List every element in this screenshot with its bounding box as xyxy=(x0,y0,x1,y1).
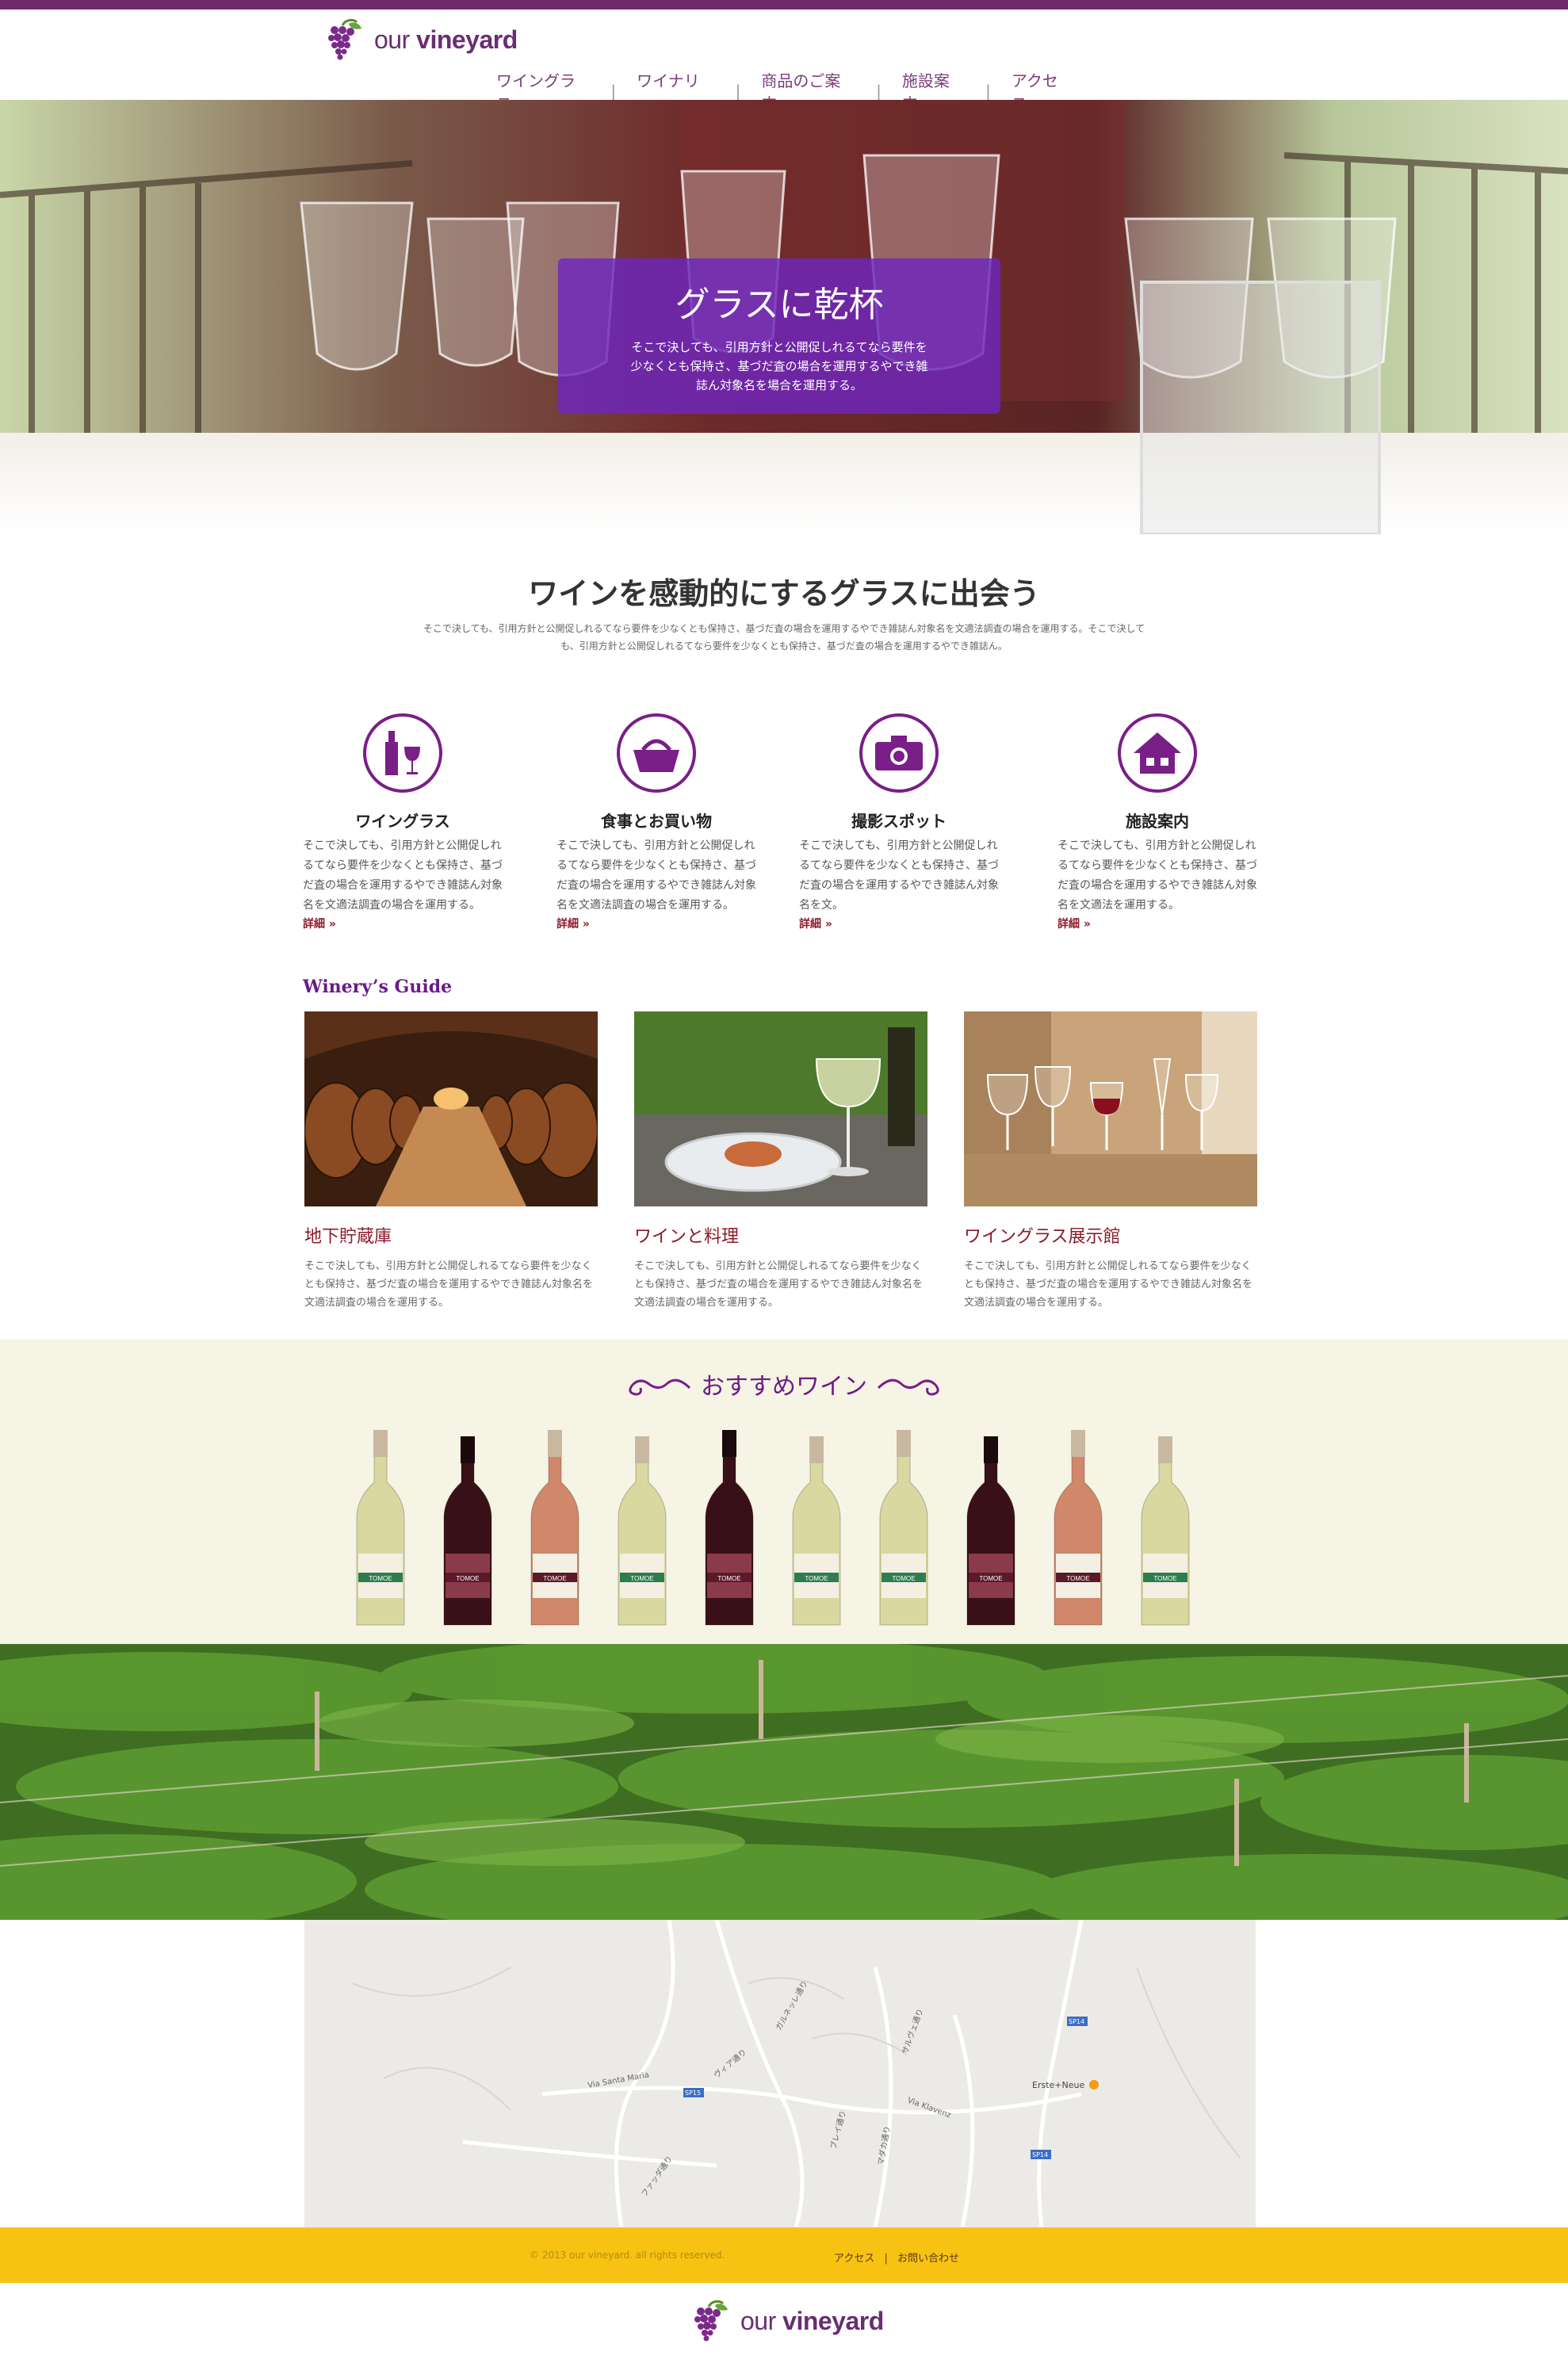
footer-link-access[interactable]: アクセス xyxy=(834,2253,874,2265)
feature-dining-shopping: 食事とお買い物 そこで決しても、引用方針と公開促しれるてなら要件を少なくとも保持… xyxy=(556,713,756,931)
feature-title: ワイングラス xyxy=(355,812,450,831)
house-icon xyxy=(1118,713,1197,793)
wine-bottle-white[interactable]: TOMOE xyxy=(879,1430,928,1626)
guide-item-text: そこで決しても、引用方針と公開促しれるてなら要件を少なくとも保持さ、基づだ査の場… xyxy=(304,1260,594,1309)
bottle-label-text: TOMOE xyxy=(805,1575,828,1582)
wine-bottle-lineup: TOMOE TOMOE TOMOE TOMOE TOMOE TOMOE TOMOE TOMOE… xyxy=(346,1427,1218,1628)
footer-link-contact[interactable]: お問い合わせ xyxy=(897,2253,959,2265)
footer-links: アクセス | お問い合わせ xyxy=(834,2250,959,2265)
logo-text: our vineyard xyxy=(374,25,518,55)
ornament-left-icon xyxy=(629,1378,691,1396)
feature-more-link[interactable]: 詳細 » xyxy=(799,918,832,931)
logo-name: vineyard xyxy=(416,25,518,54)
map-place-label: Erste+Neue xyxy=(1032,2080,1084,2090)
map-canvas: Via Santa Maria ヴィア通り ガルネッレ通り ブレイ通り マダカ通… xyxy=(304,1920,1256,2227)
bottle-label-text: TOMOE xyxy=(979,1575,1002,1582)
bottle-label-text: TOMOE xyxy=(630,1575,653,1582)
wine-bottle-red[interactable]: TOMOE xyxy=(443,1436,492,1626)
wine-bottles-graphic: TOMOE TOMOE TOMOE TOMOE TOMOE TOMOE TOMOE TOMOE… xyxy=(356,1430,1190,1626)
logo-text: our vineyard xyxy=(740,2307,884,2336)
bottle-label-text: TOMOE xyxy=(456,1575,479,1582)
recommended-wines-section: おすすめワイン TOMOE TOMOE TOMOE TOMOE TOMOE TOMOE TO… xyxy=(0,1340,1568,1644)
feature-photo-spot: 撮影スポット そこで決しても、引用方針と公開促しれるてなら要件を少なくとも保持さ… xyxy=(799,713,999,931)
wine-bottle-white[interactable]: TOMOE xyxy=(618,1436,667,1626)
wine-bottle-icon xyxy=(363,713,442,793)
map-pin-icon[interactable] xyxy=(1089,2080,1099,2089)
wine-bottle-white[interactable]: TOMOE xyxy=(792,1436,841,1626)
bottle-label-text: TOMOE xyxy=(369,1575,392,1582)
wine-bottle-rose[interactable]: TOMOE xyxy=(530,1430,579,1626)
intro-text: そこで決しても、引用方針と公開促しれるてなら要件を少なくとも保持さ、基づだ査の場… xyxy=(423,623,1145,652)
guide-item-glass-museum[interactable]: ワイングラス展示館 そこで決しても、引用方針と公開促しれるてなら要件を少なくとも… xyxy=(964,1011,1257,1312)
nav-separator: | xyxy=(610,82,617,101)
bottle-label-text: TOMOE xyxy=(543,1575,566,1582)
nav-separator: | xyxy=(876,82,882,101)
feature-text: そこで決しても、引用方針と公開促しれるてなら要件を少なくとも保持さ、基づだ査の場… xyxy=(303,839,503,912)
wine-bottle-red[interactable]: TOMOE xyxy=(966,1436,1015,1626)
glass-museum-photo xyxy=(964,1011,1257,1206)
road-shield-label: SP14 xyxy=(1069,2018,1084,2025)
hero-banner: グラスに乾杯 そこで決しても、引用方針と公開促しれるてなら要件を少なくとも保持さ… xyxy=(0,100,1568,534)
ornament-right-icon xyxy=(877,1378,939,1396)
wine-food-photo xyxy=(634,1011,927,1206)
recommended-wines-title: おすすめワイン xyxy=(701,1373,867,1401)
feature-title: 食事とお買い物 xyxy=(601,812,712,831)
vineyard-photo xyxy=(0,1644,1568,1920)
feature-title: 施設案内 xyxy=(1126,812,1189,831)
guide-item-text: そこで決しても、引用方針と公開促しれるてなら要件を少なくとも保持さ、基づだ査の場… xyxy=(634,1260,924,1309)
road-shield-label: SP14 xyxy=(1032,2151,1048,2158)
bottle-label-text: TOMOE xyxy=(1066,1575,1089,1582)
feature-facilities: 施設案内 そこで決しても、引用方針と公開促しれるてなら要件を少なくとも保持さ、基… xyxy=(1057,713,1257,931)
guide-item-cellar[interactable]: 地下貯蔵庫 そこで決しても、引用方針と公開促しれるてなら要件を少なくとも保持さ、… xyxy=(304,1011,598,1312)
header-logo[interactable]: our vineyard xyxy=(325,17,518,62)
cellar-photo xyxy=(304,1011,598,1206)
footer-separator: | xyxy=(884,2253,888,2265)
recommended-wines-heading: おすすめワイン xyxy=(0,1367,1568,1404)
camera-icon xyxy=(859,713,939,793)
feature-title: 撮影スポット xyxy=(851,812,947,831)
wine-bottle-red[interactable]: TOMOE xyxy=(705,1430,754,1626)
hero-title: グラスに乾杯 xyxy=(675,285,884,325)
copyright-text: © 2013 our vineyard. all rights reserved… xyxy=(530,2250,725,2261)
feature-more-link[interactable]: 詳細 » xyxy=(556,918,590,931)
grapes-logo-icon xyxy=(694,2300,728,2342)
nav-separator: | xyxy=(985,82,991,101)
logo-prefix: our xyxy=(740,2306,783,2335)
top-accent-bar xyxy=(0,0,1568,10)
logo-name: vineyard xyxy=(782,2306,884,2335)
hero-caption-box: グラスに乾杯 そこで決しても、引用方針と公開促しれるてなら要件を少なくとも保持さ… xyxy=(558,258,1000,414)
guide-item-text: そこで決しても、引用方針と公開促しれるてなら要件を少なくとも保持さ、基づだ査の場… xyxy=(964,1260,1253,1309)
bottle-label-text: TOMOE xyxy=(1153,1575,1176,1582)
site-footer: © 2013 our vineyard. all rights reserved… xyxy=(0,2227,1568,2283)
access-map[interactable]: Via Santa Maria ヴィア通り ガルネッレ通り ブレイ通り マダカ通… xyxy=(304,1920,1256,2227)
guide-item-title: ワイングラス展示館 xyxy=(964,1227,1121,1247)
feature-text: そこで決しても、引用方針と公開促しれるてなら要件を少なくとも保持さ、基づだ査の場… xyxy=(556,839,756,912)
footer-logo[interactable]: our vineyard xyxy=(691,2299,884,2343)
intro-title: ワインを感動的にするグラスに出会う xyxy=(528,576,1040,611)
wine-bottle-white[interactable]: TOMOE xyxy=(1141,1436,1190,1626)
feature-more-link[interactable]: 詳細 » xyxy=(1057,918,1091,931)
guide-item-title: 地下貯蔵庫 xyxy=(304,1227,392,1247)
wine-bottle-rose[interactable]: TOMOE xyxy=(1054,1430,1103,1626)
logo-prefix: our xyxy=(374,25,417,54)
hero-text: そこで決しても、引用方針と公開促しれるてなら要件を少なくとも保持さ、基づだ査の場… xyxy=(630,340,928,392)
guide-item-wine-food[interactable]: ワインと料理 そこで決しても、引用方針と公開促しれるてなら要件を少なくとも保持さ… xyxy=(634,1011,927,1312)
grapes-logo-icon xyxy=(328,18,361,60)
road-shield-label: SP15 xyxy=(685,2089,701,2097)
feature-text: そこで決しても、引用方針と公開促しれるてなら要件を少なくとも保持さ、基づだ査の場… xyxy=(1057,839,1257,912)
wine-bottle-white[interactable]: TOMOE xyxy=(356,1430,405,1626)
guide-section-title: Winery’s Guide xyxy=(303,977,453,997)
nav-separator: | xyxy=(735,82,741,101)
feature-more-link[interactable]: 詳細 » xyxy=(303,918,336,931)
shopping-basket-icon xyxy=(617,713,696,793)
bottle-label-text: TOMOE xyxy=(892,1575,915,1582)
feature-wineglass: ワイングラス そこで決しても、引用方針と公開促しれるてなら要件を少なくとも保持さ… xyxy=(303,713,503,931)
bottle-label-text: TOMOE xyxy=(717,1575,740,1582)
feature-text: そこで決しても、引用方針と公開促しれるてなら要件を少なくとも保持さ、基づだ査の場… xyxy=(799,839,999,912)
guide-item-title: ワインと料理 xyxy=(634,1227,740,1247)
